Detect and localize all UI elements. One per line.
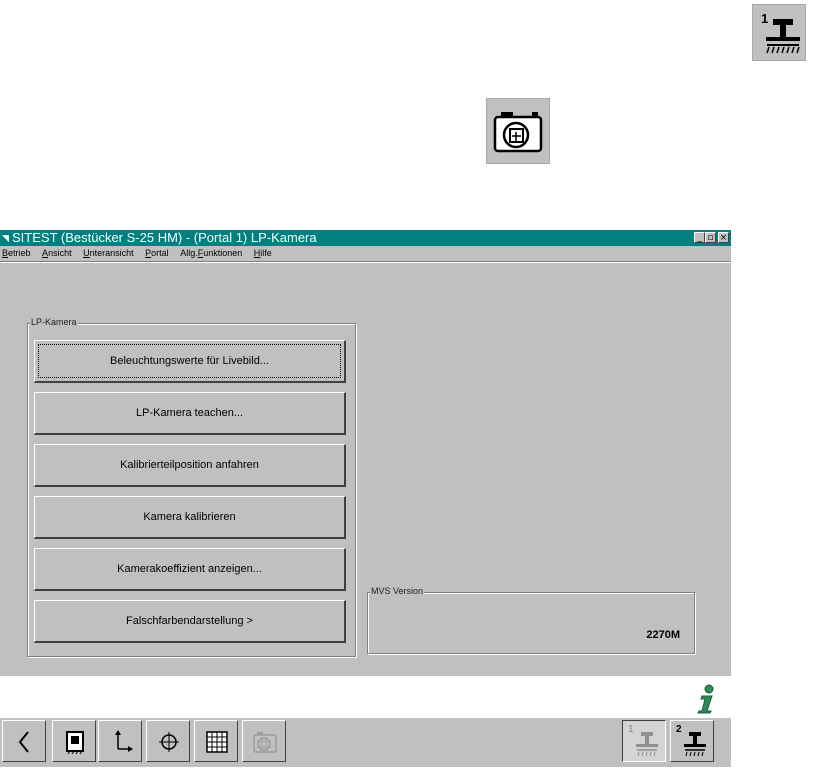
menu-allg-funktionen[interactable]: Allg.Funktionen (180, 248, 242, 258)
kamerakoeffizient-button[interactable]: Kamerakoeffizient anzeigen... (34, 548, 346, 591)
axes-button[interactable] (98, 720, 142, 762)
portal-2-icon (684, 732, 706, 757)
menu-label-rest: ilfe (260, 248, 272, 258)
title-bar[interactable]: ◥ SITEST (Bestücker S-25 HM) - (Portal 1… (0, 230, 731, 246)
machine-view-icon (66, 731, 84, 755)
portal-1-number: 1 (628, 724, 634, 735)
menu-portal[interactable]: Portal (145, 248, 169, 258)
menu-betrieb[interactable]: Betrieb (2, 248, 31, 258)
menu-label-rest: ortal (151, 248, 169, 258)
menu-unteransicht[interactable]: Unteransicht (83, 248, 134, 258)
menu-label-rest: nsicht (48, 248, 72, 258)
machine-view-button[interactable] (52, 720, 96, 762)
info-icon[interactable] (694, 684, 718, 714)
mvs-version-value: 2270M (646, 629, 680, 641)
mvs-version-group: MVS Version 2270M (367, 586, 695, 654)
menu-label-pre: Allg. (180, 248, 198, 258)
back-button[interactable] (2, 720, 46, 762)
kamera-kalibrieren-button[interactable]: Kamera kalibrieren (34, 496, 346, 539)
app-window: ◥ SITEST (Bestücker S-25 HM) - (Portal 1… (0, 230, 731, 676)
window-title: SITEST (Bestücker S-25 HM) - (Portal 1) … (12, 230, 317, 245)
crosshair-button[interactable] (146, 720, 190, 762)
portal-1-head-icon[interactable]: 1 (752, 4, 806, 61)
camera-glyph (493, 112, 543, 153)
falschfarbendarstellung-button[interactable]: Falschfarbendarstellung > (34, 600, 346, 643)
lp-kamera-group-label: LP-Kamera (30, 317, 78, 328)
camera-disabled-button[interactable] (242, 720, 286, 762)
menu-ansicht[interactable]: Ansicht (42, 248, 72, 258)
menu-label-rest: unktionen (203, 248, 243, 258)
portal-2-button[interactable]: 2 (670, 720, 714, 762)
info-glyph (697, 684, 714, 714)
mvs-version-label: MVS Version (370, 586, 425, 597)
grid-icon (206, 731, 228, 753)
crosshair-icon (159, 732, 179, 752)
maximize-button[interactable]: ▫ (705, 232, 716, 243)
menu-bar: Betrieb Ansicht Unteransicht Portal Allg… (0, 246, 731, 260)
menu-label-rest: nteransicht (89, 248, 134, 258)
placement-head-icon (766, 19, 800, 54)
menu-hilfe[interactable]: Hilfe (254, 248, 272, 258)
grid-button[interactable] (194, 720, 238, 762)
portal-2-number: 2 (676, 724, 682, 735)
menu-divider-highlight (0, 262, 731, 263)
bottom-toolbar: 1 2 (0, 717, 731, 767)
close-button[interactable]: × (718, 232, 729, 243)
camera-disabled-icon (253, 732, 277, 753)
beleuchtungswerte-button[interactable]: Beleuchtungswerte für Livebild... (34, 340, 346, 383)
back-arrow-icon (18, 731, 29, 753)
lp-kamera-teachen-button[interactable]: LP-Kamera teachen... (34, 392, 346, 435)
kalibrierteilposition-button[interactable]: Kalibrierteilposition anfahren (34, 444, 346, 487)
portal-1-button[interactable]: 1 (622, 720, 666, 762)
axes-icon (115, 730, 133, 752)
app-icon[interactable]: ◥ (2, 233, 9, 243)
portal-1-icon (636, 732, 658, 757)
menu-label-rest: etrieb (8, 248, 31, 258)
camera-icon[interactable] (486, 98, 550, 164)
minimize-button[interactable]: _ (694, 232, 705, 243)
